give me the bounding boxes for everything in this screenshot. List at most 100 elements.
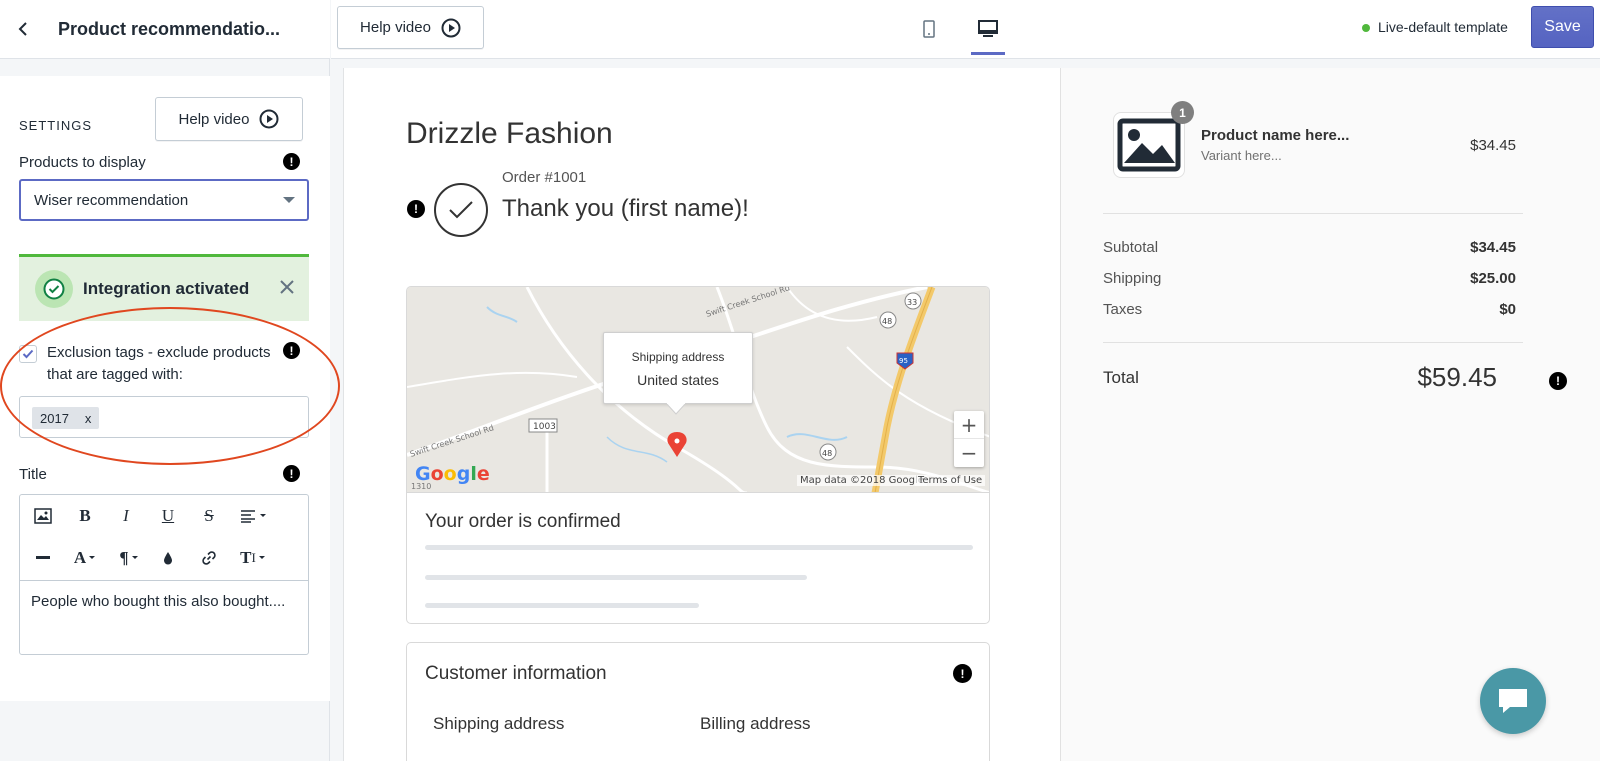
exclusion-tags-input[interactable]: 2017 x bbox=[19, 396, 309, 438]
fill-color-icon[interactable] bbox=[153, 543, 183, 573]
callout-pointer bbox=[666, 403, 686, 415]
status-dot bbox=[1362, 24, 1370, 32]
integration-banner: Integration activated bbox=[19, 254, 309, 321]
editor-content[interactable]: People who bought this also bought.... bbox=[31, 591, 291, 613]
customer-info-card: Customer information ! Shipping address … bbox=[406, 642, 990, 761]
road-label: 95 bbox=[899, 357, 908, 365]
skeleton-line bbox=[425, 603, 699, 608]
underline-icon[interactable]: U bbox=[153, 501, 183, 531]
exclusion-tags-label: Exclusion tags - exclude products that a… bbox=[47, 344, 271, 383]
order-confirmed-card: Swift Creek School Rd Swift Creek School… bbox=[406, 286, 990, 624]
align-icon[interactable] bbox=[236, 501, 274, 531]
map-data-credit: Map data ©2018 Google bbox=[797, 475, 927, 486]
order-number: Order #1001 bbox=[502, 169, 587, 186]
products-to-display-label: Products to display bbox=[19, 154, 146, 171]
store-name: Drizzle Fashion bbox=[406, 117, 613, 150]
taxes-value: $0 bbox=[1499, 301, 1516, 318]
image-icon[interactable] bbox=[28, 501, 58, 531]
bold-icon[interactable]: B bbox=[70, 501, 100, 531]
topbar-help-video-button[interactable]: Help video bbox=[337, 6, 484, 49]
product-variant: Variant here... bbox=[1201, 148, 1282, 163]
order-confirmed-title: Your order is confirmed bbox=[425, 511, 621, 532]
divider bbox=[1103, 342, 1523, 343]
thank-you-heading: Thank you (first name)! bbox=[502, 195, 749, 222]
map-callout: Shipping address United states bbox=[603, 332, 753, 415]
mobile-icon bbox=[923, 20, 935, 38]
check-circle-icon bbox=[35, 270, 73, 308]
exclusion-tags-checkbox[interactable] bbox=[19, 345, 37, 363]
link-icon[interactable] bbox=[194, 543, 224, 573]
strikethrough-icon[interactable]: S bbox=[194, 501, 224, 531]
settings-sidebar: Product recommendatio... SETTINGS Help v… bbox=[0, 0, 340, 761]
info-icon[interactable]: ! bbox=[283, 153, 300, 170]
shipping-label: Shipping bbox=[1103, 270, 1162, 287]
font-color-icon[interactable]: A bbox=[68, 543, 104, 573]
editor-toolbar: B I U S A ¶ T I bbox=[20, 495, 308, 581]
info-icon[interactable]: ! bbox=[283, 465, 300, 482]
info-icon[interactable]: ! bbox=[1549, 372, 1567, 390]
play-circle-icon bbox=[441, 18, 461, 37]
back-button[interactable] bbox=[0, 0, 46, 59]
title-editor: B I U S A ¶ T I People who bought this a… bbox=[19, 494, 309, 655]
checkout-preview: Drizzle Fashion ! Order #1001 Thank you … bbox=[343, 68, 1600, 761]
zoom-in-button[interactable]: + bbox=[954, 411, 984, 439]
help-video-label: Help video bbox=[360, 19, 431, 36]
zoom-out-button[interactable]: − bbox=[954, 439, 984, 467]
road-label: 33 bbox=[907, 298, 917, 307]
road-label: 1003 bbox=[533, 422, 556, 432]
italic-icon[interactable]: I bbox=[111, 501, 141, 531]
tag-label: 2017 bbox=[40, 410, 69, 426]
products-to-display-select[interactable]: Wiser recommendation bbox=[19, 179, 309, 221]
title-label: Title bbox=[19, 466, 47, 483]
settings-heading: SETTINGS bbox=[19, 118, 93, 133]
text-size-icon[interactable]: TI bbox=[234, 543, 274, 573]
select-value: Wiser recommendation bbox=[34, 191, 189, 209]
banner-text: Integration activated bbox=[83, 279, 250, 298]
taxes-label: Taxes bbox=[1103, 301, 1143, 318]
play-circle-icon bbox=[259, 109, 279, 129]
skeleton-line bbox=[425, 575, 807, 580]
shipping-address-label: Shipping address bbox=[433, 714, 565, 733]
customer-info-title: Customer information bbox=[425, 663, 607, 684]
banner-close-button[interactable] bbox=[279, 279, 295, 300]
chat-button[interactable] bbox=[1480, 668, 1546, 734]
product-name: Product name here... bbox=[1201, 127, 1350, 144]
image-icon bbox=[1117, 118, 1181, 172]
skeleton-line bbox=[425, 545, 973, 550]
check-circle-icon bbox=[434, 183, 488, 237]
checkmark-icon bbox=[22, 349, 34, 359]
quantity-badge: 1 bbox=[1171, 101, 1194, 124]
map-zoom-controls: + − bbox=[954, 411, 984, 467]
billing-address-label: Billing address bbox=[700, 714, 811, 733]
mobile-view-button[interactable] bbox=[914, 14, 944, 44]
info-icon[interactable]: ! bbox=[283, 342, 300, 359]
save-button[interactable]: Save bbox=[1531, 6, 1594, 48]
map-terms-link[interactable]: Terms of Use bbox=[915, 475, 986, 486]
info-icon[interactable]: ! bbox=[407, 200, 425, 218]
sidebar-help-video-button[interactable]: Help video bbox=[155, 97, 303, 141]
chevron-left-icon bbox=[18, 22, 27, 36]
divider bbox=[1103, 213, 1523, 214]
tag-remove-button[interactable]: x bbox=[85, 411, 92, 426]
top-bar: Help video Live-default template Save bbox=[331, 0, 1600, 59]
paragraph-icon[interactable]: ¶ bbox=[112, 543, 148, 573]
active-device-indicator bbox=[971, 52, 1005, 55]
product-price: $34.45 bbox=[1470, 137, 1516, 154]
product-thumbnail bbox=[1113, 112, 1185, 178]
total-label: Total bbox=[1103, 368, 1139, 387]
google-logo: Google bbox=[415, 463, 490, 485]
desktop-view-button[interactable] bbox=[973, 14, 1003, 44]
order-summary: 1 Product name here... Variant here... $… bbox=[1060, 68, 1600, 761]
settings-panel: SETTINGS Help video Products to display … bbox=[0, 76, 330, 701]
help-video-label: Help video bbox=[178, 110, 250, 128]
info-icon[interactable]: ! bbox=[953, 664, 972, 683]
sidebar-header: Product recommendatio... bbox=[0, 0, 330, 59]
callout-value: United states bbox=[637, 372, 719, 388]
caret-down-icon bbox=[283, 197, 295, 203]
shipping-map[interactable]: Swift Creek School Rd Swift Creek School… bbox=[407, 287, 989, 493]
subtotal-label: Subtotal bbox=[1103, 239, 1159, 256]
horizontal-rule-icon[interactable] bbox=[28, 543, 58, 573]
desktop-icon bbox=[978, 20, 998, 37]
shipping-value: $25.00 bbox=[1470, 270, 1516, 287]
total-value: $59.45 bbox=[1417, 362, 1497, 392]
